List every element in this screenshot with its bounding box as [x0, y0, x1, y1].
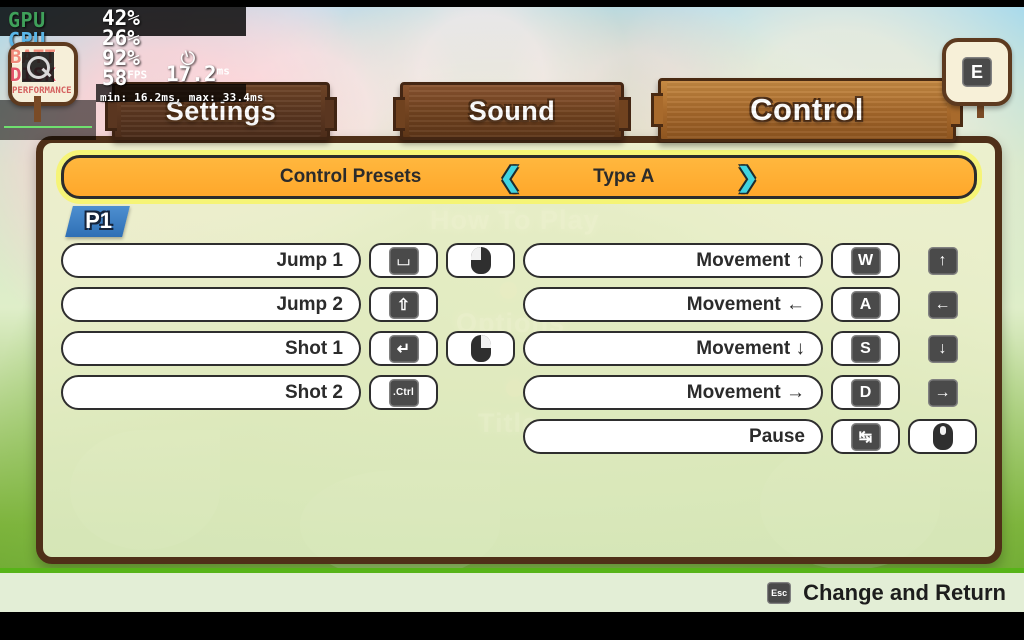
tab-key-icon: ↹ [850, 422, 881, 451]
action-label: Movement ↑ [696, 249, 805, 271]
mouse-right-button-icon [470, 335, 491, 362]
empty-slot [446, 287, 515, 322]
fps-unit: FPS [127, 68, 148, 82]
binding-row: Movement ← A ← [523, 287, 977, 322]
ctrl-key-icon: .Ctrl [388, 378, 419, 407]
action-label: Shot 1 [284, 337, 343, 359]
enter-key-icon: ↵ [388, 334, 419, 363]
tab-sound[interactable]: Sound [393, 82, 631, 140]
a-key-icon: A [850, 290, 881, 319]
action-name-box[interactable]: Jump 2 [61, 287, 361, 322]
mouse-binding-slot[interactable] [446, 331, 515, 366]
space-key-icon: ⌴ [388, 246, 419, 275]
binding-row: Pause ↹ [523, 419, 977, 454]
binding-row: Jump 2 ⇧ [61, 287, 515, 322]
action-label: Movement ↓ [696, 337, 805, 359]
game-screen: How To Play Options Title Control Preset… [0, 0, 1024, 640]
key-binding-slot[interactable]: ⇧ [369, 287, 438, 322]
empty-slot [446, 375, 515, 410]
key-binding-slot[interactable]: A [831, 287, 900, 322]
binding-row: Jump 1 ⌴ [61, 243, 515, 278]
footer-hint-bar: Esc Change and Return [0, 568, 1024, 612]
action-name-box[interactable]: Movement ← [523, 287, 823, 322]
overlay-graph-line [4, 126, 92, 128]
preset-value: Type A [593, 166, 655, 187]
action-name-box[interactable]: Movement ↑ [523, 243, 823, 278]
magnifier-ring-icon [27, 56, 50, 79]
e-key-icon: E [962, 57, 992, 87]
player-badge: P1 [65, 206, 130, 237]
settings-tabbar: Settings Sound Control [0, 72, 1024, 144]
action-name-box[interactable]: Jump 1 [61, 243, 361, 278]
letterbox-bottom [0, 612, 1024, 640]
binding-row: Shot 1 ↵ [61, 331, 515, 366]
bindings-column-right: Movement ↑ W ↑ Movement ← A ← Movement ↓… [523, 243, 977, 454]
footer-hint-label: Change and Return [803, 579, 1006, 605]
action-name-box[interactable]: Pause [523, 419, 823, 454]
frametime-unit: ms [216, 64, 230, 78]
action-name-box[interactable]: Shot 2 [61, 375, 361, 410]
alt-key-binding-slot[interactable]: ↑ [908, 243, 977, 278]
alt-key-binding-slot[interactable]: ↓ [908, 331, 977, 366]
player-badge-label: P1 [85, 208, 113, 233]
shift-key-icon: ⇧ [388, 290, 419, 319]
action-name-box[interactable]: Shot 1 [61, 331, 361, 366]
preset-prev-arrow-icon[interactable]: ❮ [499, 164, 521, 190]
key-binding-slot[interactable]: .Ctrl [369, 375, 438, 410]
mouse-middle-button-icon [932, 423, 953, 450]
arrow-down-key-icon: ↓ [927, 334, 958, 363]
arrow-left-key-icon: ← [927, 290, 958, 319]
bindings-columns: Jump 1 ⌴ Jump 2 ⇧ Shot 1 ↵ Shot 2 .Ctrl [61, 243, 977, 454]
action-label: Jump 1 [276, 249, 343, 271]
bindings-column-left: Jump 1 ⌴ Jump 2 ⇧ Shot 1 ↵ Shot 2 .Ctrl [61, 243, 515, 454]
tab-control-label: Control [750, 92, 864, 127]
mouse-binding-slot[interactable] [446, 243, 515, 278]
key-binding-slot[interactable]: ↵ [369, 331, 438, 366]
mouse-left-button-icon [470, 247, 491, 274]
action-label: Pause [749, 425, 805, 447]
preset-next-arrow-icon[interactable]: ❯ [736, 164, 758, 190]
frametime-minmax: min: 16.2ms, max: 33.4ms [100, 91, 264, 104]
binding-row: Movement ↑ W ↑ [523, 243, 977, 278]
action-name-box[interactable]: Movement ↓ [523, 331, 823, 366]
action-label: Movement ← [686, 293, 805, 315]
arrow-right-key-icon: → [927, 378, 958, 407]
mouse-binding-slot[interactable] [908, 419, 977, 454]
alt-key-binding-slot[interactable]: ← [908, 287, 977, 322]
arrow-up-key-icon: ↑ [927, 246, 958, 275]
action-label: Jump 2 [276, 293, 343, 315]
control-presets-selector[interactable]: Control Presets ❮ Type A ❯ [61, 155, 977, 199]
w-key-icon: W [850, 246, 881, 275]
key-binding-slot[interactable]: S [831, 331, 900, 366]
overlay-graph-area [0, 100, 96, 140]
control-settings-panel: Control Presets ❮ Type A ❯ P1 Jump 1 ⌴ J… [36, 136, 1002, 564]
tab-sound-label: Sound [468, 95, 556, 126]
control-presets-label: Control Presets [279, 166, 422, 187]
binding-row: Movement → D → [523, 375, 977, 410]
key-binding-slot[interactable]: ↹ [831, 419, 900, 454]
key-binding-slot[interactable]: D [831, 375, 900, 410]
key-binding-slot[interactable]: ⌴ [369, 243, 438, 278]
d-key-icon: D [850, 378, 881, 407]
letterbox-top [0, 0, 1024, 7]
key-binding-slot[interactable]: W [831, 243, 900, 278]
e-key-button[interactable]: E [942, 38, 1012, 106]
binding-row: Movement ↓ S ↓ [523, 331, 977, 366]
tab-control[interactable]: Control [651, 78, 963, 142]
alt-key-binding-slot[interactable]: → [908, 375, 977, 410]
overlay-watermark: PERFORMANCE [12, 86, 72, 96]
esc-key-icon: Esc [767, 581, 792, 604]
s-key-icon: S [850, 334, 881, 363]
signpost-stem [34, 96, 41, 122]
binding-row: Shot 2 .Ctrl [61, 375, 515, 410]
action-label: Shot 2 [284, 381, 343, 403]
action-label: Movement → [686, 381, 805, 403]
action-name-box[interactable]: Movement → [523, 375, 823, 410]
